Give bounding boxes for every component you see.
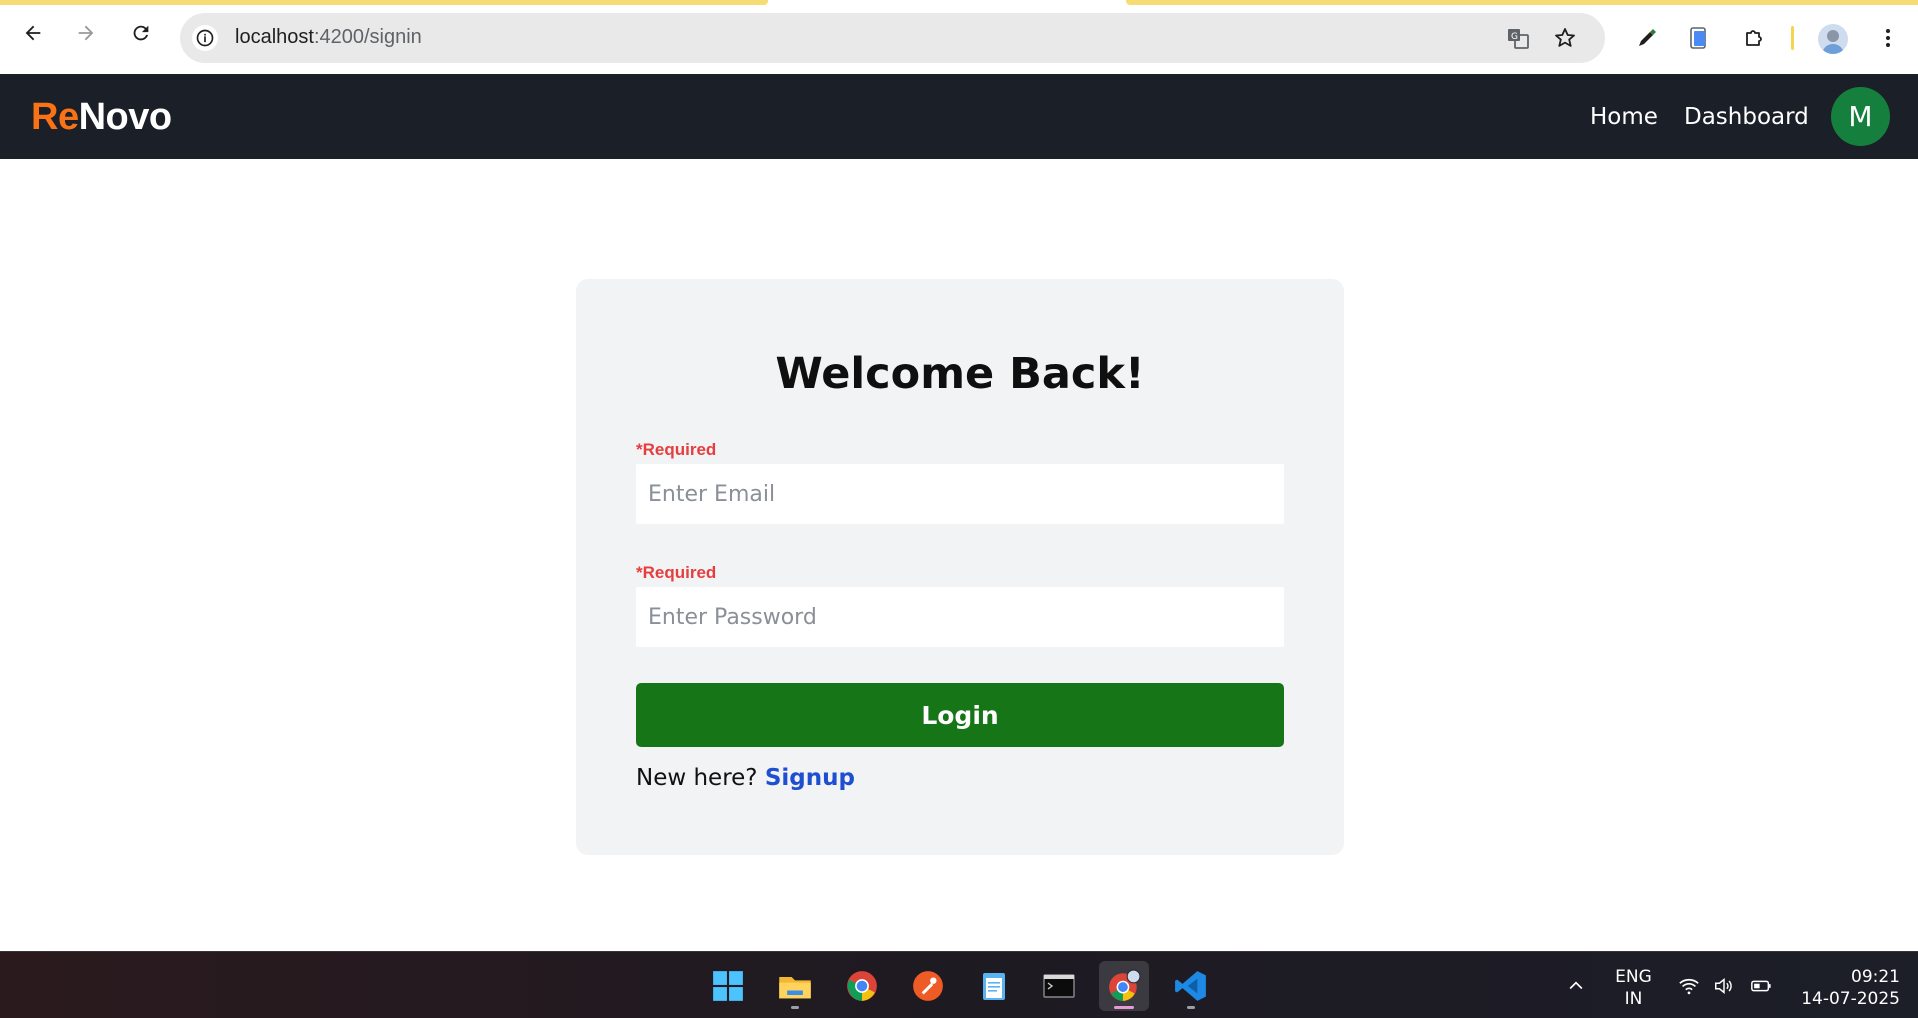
terminal-icon[interactable] [1034, 961, 1084, 1011]
address-bar[interactable]: localhost:4200/signin G [180, 13, 1605, 63]
signup-prompt-line: New here? Signup [636, 765, 855, 791]
volume-icon[interactable] [1712, 975, 1736, 997]
url-host: localhost [235, 26, 314, 48]
tab-strip [0, 0, 1918, 5]
url-text: localhost:4200/signin [235, 26, 422, 49]
vscode-indicator [1187, 1006, 1195, 1009]
vscode-icon[interactable] [1166, 961, 1216, 1011]
file-explorer-indicator [791, 1006, 799, 1009]
toolbar-separator [1791, 26, 1794, 50]
reload-icon[interactable] [127, 19, 155, 47]
battery-icon[interactable] [1749, 975, 1773, 997]
clock-time: 09:21 [1851, 967, 1900, 987]
login-title: Welcome Back! [775, 349, 1145, 399]
password-field[interactable] [636, 587, 1284, 647]
email-required-label: *Required [636, 440, 717, 459]
login-button[interactable]: Login [636, 683, 1284, 747]
forward-icon[interactable] [72, 19, 100, 47]
svg-text:G: G [1511, 32, 1518, 42]
language-line1: ENG [1615, 967, 1652, 987]
language-line2: IN [1624, 989, 1643, 1009]
logo-re: Re [31, 96, 79, 138]
notepad-icon[interactable] [969, 961, 1019, 1011]
wifi-icon[interactable] [1677, 975, 1701, 997]
clock[interactable]: 09:21 14-07-2025 [1790, 966, 1900, 1010]
tab-strip-right [1126, 0, 1918, 5]
chrome-icon[interactable] [837, 961, 887, 1011]
email-field[interactable] [636, 464, 1284, 524]
language-indicator[interactable]: ENG IN [1606, 966, 1661, 1010]
brand-logo[interactable]: ReNovo [31, 96, 172, 139]
password-required-label: *Required [636, 563, 717, 582]
login-card: Welcome Back! *Required *Required Login … [576, 279, 1344, 855]
translate-icon[interactable]: G [1506, 26, 1530, 50]
device-extension-icon[interactable] [1684, 24, 1712, 52]
nav-link-home[interactable]: Home [1590, 104, 1658, 130]
bookmark-star-icon[interactable] [1553, 26, 1577, 50]
signup-prompt-text: New here? [636, 765, 758, 791]
file-explorer-icon[interactable] [770, 961, 820, 1011]
browser-toolbar: localhost:4200/signin G [0, 0, 1918, 74]
signup-link[interactable]: Signup [765, 765, 855, 791]
url-path: :4200/signin [313, 26, 422, 48]
browser-menu-icon[interactable] [1874, 24, 1902, 52]
eyedropper-icon[interactable] [1633, 24, 1661, 52]
chrome-active-indicator [1114, 1006, 1134, 1009]
user-avatar[interactable]: M [1831, 87, 1890, 146]
postman-icon[interactable] [903, 961, 953, 1011]
logo-novo: Novo [78, 96, 173, 138]
site-info-icon[interactable] [192, 25, 218, 51]
extensions-puzzle-icon[interactable] [1740, 24, 1768, 52]
chrome-profile-icon[interactable] [1099, 961, 1149, 1011]
windows-start-icon[interactable] [703, 961, 753, 1011]
app-navbar: ReNovo Home Dashboard M [0, 74, 1918, 159]
tab-strip-left [0, 0, 768, 5]
browser-profile-avatar[interactable] [1818, 24, 1848, 54]
show-hidden-icons-chevron-icon[interactable] [1564, 975, 1588, 997]
nav-link-dashboard[interactable]: Dashboard [1684, 104, 1809, 130]
clock-date: 14-07-2025 [1801, 989, 1900, 1009]
back-icon[interactable] [19, 19, 47, 47]
